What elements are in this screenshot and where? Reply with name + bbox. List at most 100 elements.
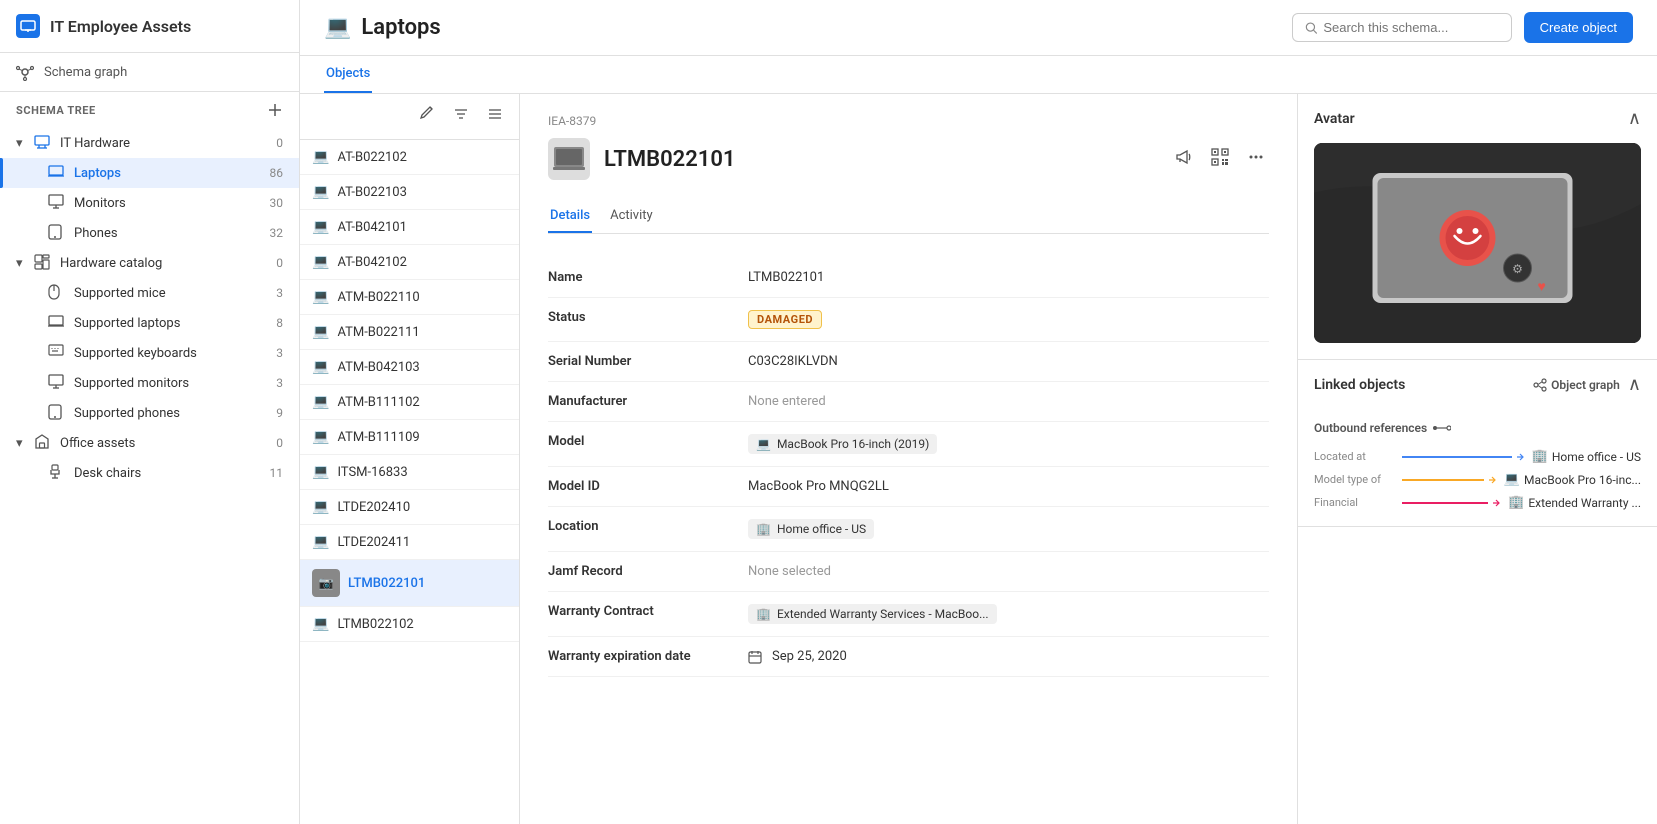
linked-collapse-button[interactable]: ∧ bbox=[1628, 374, 1641, 395]
sidebar-item-supported-laptops[interactable]: Supported laptops 8 bbox=[0, 308, 299, 338]
field-serial-number: Serial Number C03C28IKLVDN bbox=[548, 342, 1269, 382]
field-label: Model ID bbox=[548, 479, 748, 494]
field-label: Name bbox=[548, 270, 748, 285]
location-tag[interactable]: 🏢 Home office - US bbox=[748, 519, 874, 539]
sidebar-item-laptops[interactable]: Laptops 86 bbox=[0, 158, 299, 188]
field-label: Serial Number bbox=[548, 354, 748, 369]
catalog-icon bbox=[34, 254, 52, 272]
tab-objects[interactable]: Objects bbox=[324, 56, 372, 93]
sidebar-item-count: 0 bbox=[276, 436, 283, 450]
sidebar: IT Employee Assets Schema graph SCHEMA T… bbox=[0, 0, 300, 824]
sidebar-item-supported-monitors[interactable]: Supported monitors 3 bbox=[0, 368, 299, 398]
link-target[interactable]: 💻 MacBook Pro 16-inc... bbox=[1504, 472, 1641, 487]
schema-tree-expand-icon[interactable] bbox=[267, 102, 283, 118]
app-icon bbox=[16, 14, 40, 38]
list-item[interactable]: 💻 ITSM-16833 bbox=[300, 455, 519, 490]
model-tag[interactable]: 💻 MacBook Pro 16-inch (2019) bbox=[748, 434, 937, 454]
field-jamf-record: Jamf Record None selected bbox=[548, 552, 1269, 592]
list-item[interactable]: 💻 AT-B042101 bbox=[300, 210, 519, 245]
sidebar-item-supported-phones[interactable]: Supported phones 9 bbox=[0, 398, 299, 428]
sidebar-item-it-hardware[interactable]: ▾ IT Hardware 0 bbox=[0, 128, 299, 158]
field-model-id: Model ID MacBook Pro MNQG2LL bbox=[548, 467, 1269, 507]
list-item[interactable]: 💻 AT-B042102 bbox=[300, 245, 519, 280]
sidebar-item-label: Phones bbox=[74, 226, 266, 241]
object-graph-icon bbox=[1533, 378, 1547, 392]
arrow-right-icon bbox=[1492, 499, 1500, 507]
search-input[interactable] bbox=[1323, 20, 1498, 35]
warranty-tag[interactable]: 🏢 Extended Warranty Services - MacBoo... bbox=[748, 604, 997, 624]
list-item-selected[interactable]: 📷 LTMB022101 bbox=[300, 560, 519, 607]
field-value: 🏢 Home office - US bbox=[748, 519, 1269, 539]
laptop-icon: 💻 bbox=[312, 616, 329, 632]
detail-tab-activity[interactable]: Activity bbox=[608, 200, 655, 233]
link-target[interactable]: 🏢 Home office - US bbox=[1532, 449, 1641, 464]
sidebar-item-label: Supported phones bbox=[74, 406, 272, 421]
field-label: Warranty Contract bbox=[548, 604, 748, 619]
content-area: 💻 AT-B022102 💻 AT-B022103 💻 AT-B042101 💻… bbox=[300, 94, 1657, 824]
create-object-button[interactable]: Create object bbox=[1524, 12, 1633, 43]
sidebar-item-supported-mice[interactable]: Supported mice 3 bbox=[0, 278, 299, 308]
detail-tab-details[interactable]: Details bbox=[548, 200, 592, 233]
announce-button[interactable] bbox=[1171, 144, 1197, 175]
laptop-icon: 💻 bbox=[312, 464, 329, 480]
object-thumbnail bbox=[548, 138, 590, 180]
field-warranty-contract: Warranty Contract 🏢 Extended Warranty Se… bbox=[548, 592, 1269, 637]
avatar-image: ⚙ ♥ bbox=[1314, 143, 1641, 343]
list-item[interactable]: 💻 ATM-B042103 bbox=[300, 350, 519, 385]
list-item[interactable]: 💻 LTDE202410 bbox=[300, 490, 519, 525]
sidebar-item-label: Supported monitors bbox=[74, 376, 272, 391]
list-item[interactable]: 💻 ATM-B022110 bbox=[300, 280, 519, 315]
field-location: Location 🏢 Home office - US bbox=[548, 507, 1269, 552]
laptop-icon bbox=[48, 314, 66, 332]
field-value: None selected bbox=[748, 564, 1269, 579]
object-header: LTMB022101 bbox=[548, 138, 1269, 180]
avatar-section-header[interactable]: Avatar ∧ bbox=[1298, 94, 1657, 143]
list-item[interactable]: 💻 LTDE202411 bbox=[300, 525, 519, 560]
schema-graph-link[interactable]: Schema graph bbox=[0, 53, 299, 92]
edit-tool-button[interactable] bbox=[415, 104, 439, 129]
status-badge: DAMAGED bbox=[748, 310, 822, 329]
layout-icon bbox=[487, 106, 503, 122]
list-item[interactable]: 💻 ATM-B022111 bbox=[300, 315, 519, 350]
object-name: LTMB022101 bbox=[604, 147, 735, 172]
app-title-text: IT Employee Assets bbox=[50, 17, 191, 36]
schema-tree-header: SCHEMA TREE bbox=[0, 92, 299, 128]
phone-icon bbox=[48, 224, 66, 242]
linked-section-content: Outbound references Located at 🏢 Home of… bbox=[1298, 409, 1657, 526]
sidebar-item-hardware-catalog[interactable]: ▾ Hardware catalog 0 bbox=[0, 248, 299, 278]
linked-objects-header[interactable]: Linked objects Object graph ∧ bbox=[1298, 360, 1657, 409]
page-header: 💻 Laptops Create object bbox=[300, 0, 1657, 56]
search-box[interactable] bbox=[1292, 13, 1512, 42]
sidebar-item-desk-chairs[interactable]: Desk chairs 11 bbox=[0, 458, 299, 488]
qr-code-button[interactable] bbox=[1207, 144, 1233, 175]
chevron-down-icon: ▾ bbox=[16, 256, 30, 270]
arrow-right-icon bbox=[1488, 476, 1496, 484]
field-status: Status DAMAGED bbox=[548, 298, 1269, 342]
linked-header-right: Object graph ∧ bbox=[1533, 374, 1641, 395]
filter-tool-button[interactable] bbox=[449, 104, 473, 129]
sidebar-item-count: 8 bbox=[276, 316, 283, 330]
sidebar-item-monitors[interactable]: Monitors 30 bbox=[0, 188, 299, 218]
list-item[interactable]: 💻 AT-B022103 bbox=[300, 175, 519, 210]
sidebar-item-supported-keyboards[interactable]: Supported keyboards 3 bbox=[0, 338, 299, 368]
link-target[interactable]: 🏢 Extended Warranty ... bbox=[1508, 495, 1641, 510]
object-graph-button[interactable]: Object graph bbox=[1533, 378, 1620, 392]
list-item[interactable]: 💻 AT-B022102 bbox=[300, 140, 519, 175]
avatar-svg: ⚙ ♥ bbox=[1314, 143, 1641, 343]
page-title-area: 💻 Laptops bbox=[324, 15, 441, 40]
list-item[interactable]: 💻 ATM-B111109 bbox=[300, 420, 519, 455]
sidebar-item-label: Office assets bbox=[60, 436, 272, 451]
object-list-panel: 💻 AT-B022102 💻 AT-B022103 💻 AT-B042101 💻… bbox=[300, 94, 520, 824]
calendar-icon bbox=[748, 650, 762, 664]
field-label: Location bbox=[548, 519, 748, 534]
avatar-collapse-button[interactable]: ∧ bbox=[1628, 108, 1641, 129]
list-item[interactable]: 💻 ATM-B111102 bbox=[300, 385, 519, 420]
arrow-line bbox=[1402, 476, 1496, 484]
list-item[interactable]: 💻 LTMB022102 bbox=[300, 607, 519, 642]
edit-icon bbox=[419, 106, 435, 122]
sidebar-item-office-assets[interactable]: ▾ Office assets 0 bbox=[0, 428, 299, 458]
more-options-button[interactable] bbox=[1243, 144, 1269, 175]
sidebar-item-phones[interactable]: Phones 32 bbox=[0, 218, 299, 248]
field-model: Model 💻 MacBook Pro 16-inch (2019) bbox=[548, 422, 1269, 467]
layout-tool-button[interactable] bbox=[483, 104, 507, 129]
